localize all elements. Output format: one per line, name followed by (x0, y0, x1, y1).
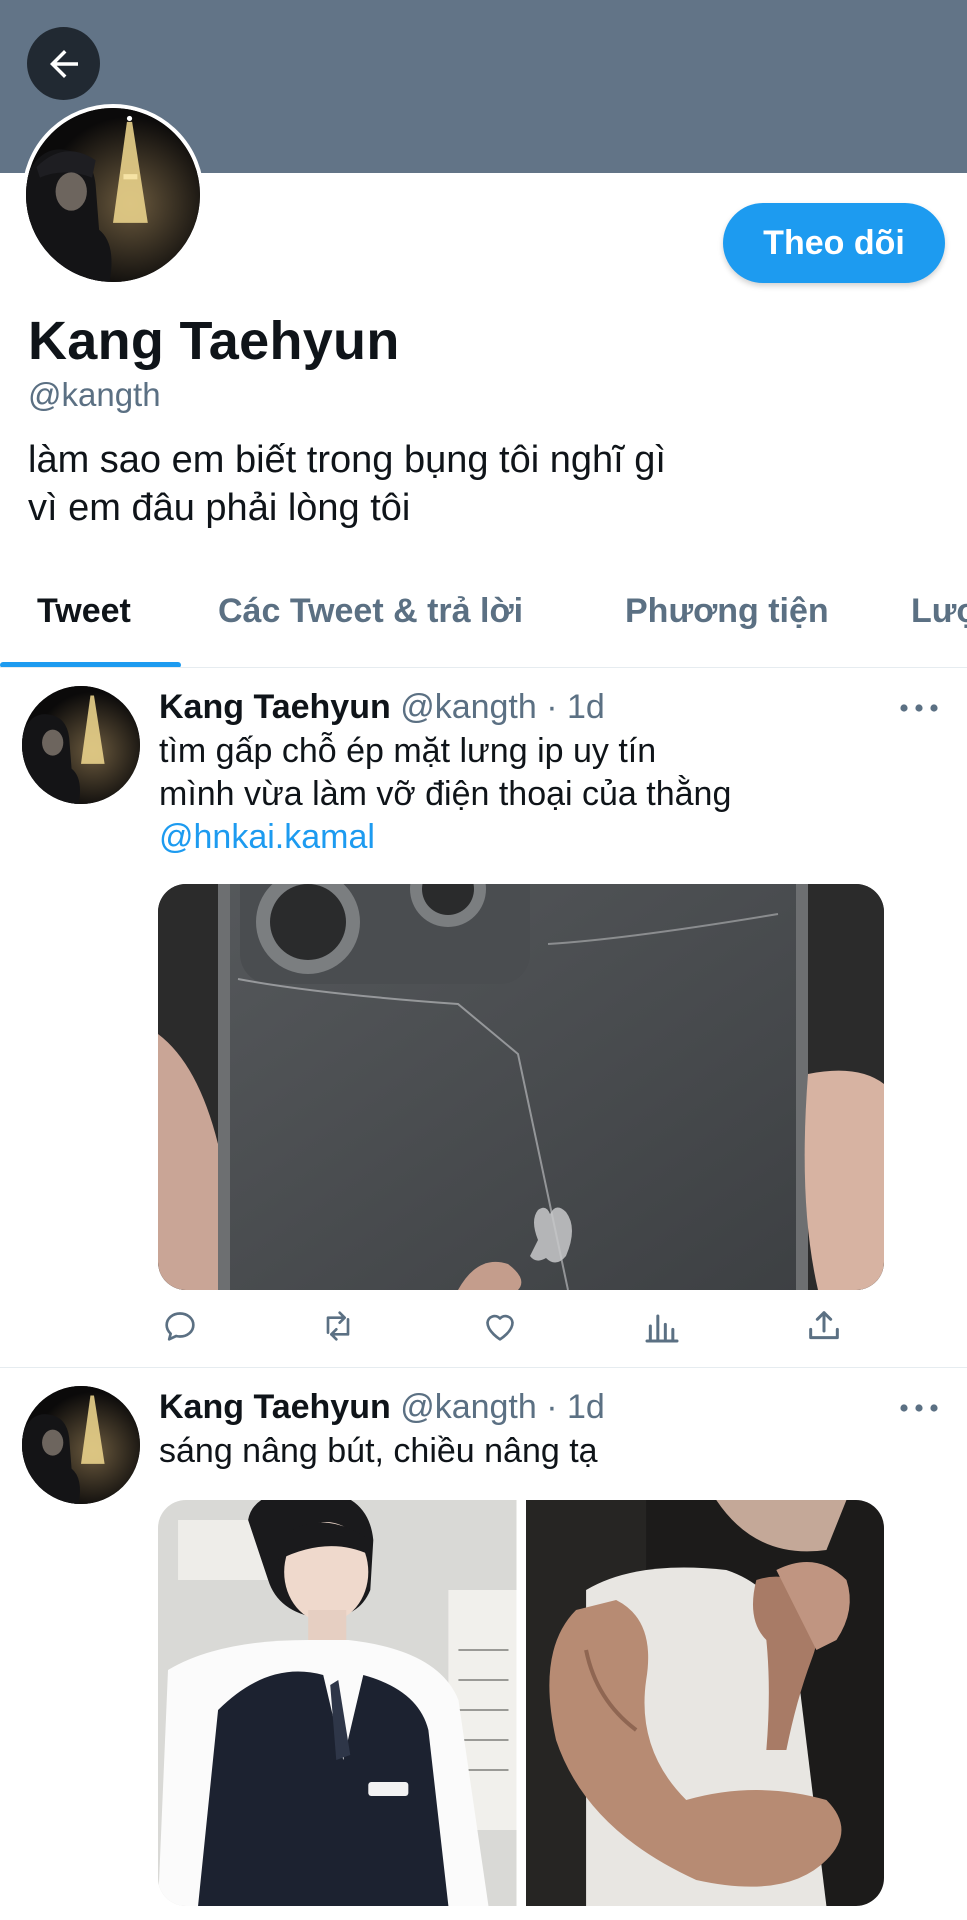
mention-link[interactable]: @hnkai.kamal (159, 816, 939, 859)
avatar[interactable] (22, 686, 140, 804)
bio-line: vì em đâu phải lòng tôi (28, 487, 411, 529)
tweet-author-name[interactable]: Kang Taehyun (159, 1388, 391, 1426)
tweet[interactable]: Kang Taehyun @kangth · 1d tìm gấp chỗ ép… (0, 670, 967, 1368)
tweet-image[interactable] (158, 884, 884, 1290)
tweet-image[interactable] (525, 1500, 884, 1906)
tab-media[interactable]: Phương tiện (586, 570, 874, 667)
tweet-actions (158, 1306, 858, 1354)
follow-button[interactable]: Theo dõi (723, 203, 945, 283)
reply-icon (165, 1312, 195, 1341)
tab-tweets[interactable]: Tweet (0, 570, 181, 667)
profile-handle: @kangth (28, 376, 161, 413)
share-icon (809, 1311, 839, 1340)
tweet-text: sáng nâng bút, chiều nâng tạ (159, 1430, 939, 1473)
tweet-header: Kang Taehyun @kangth · 1d (159, 688, 605, 727)
bio-line: làm sao em biết trong bụng tôi nghĩ gì (28, 439, 666, 481)
profile-bio: làm sao em biết trong bụng tôi nghĩ gì v… (28, 436, 928, 532)
profile-display-name: Kang Taehyun (28, 311, 400, 371)
tweet-author-name[interactable]: Kang Taehyun (159, 688, 391, 726)
profile-avatar[interactable] (22, 104, 204, 286)
profile-tabs: Tweet Các Tweet & trả lời Phương tiện Lư… (0, 570, 967, 668)
reply-button[interactable] (160, 1306, 200, 1346)
tweet-text-line: mình vừa làm vỡ điện thoại của thằng (159, 775, 732, 813)
tweet-header: Kang Taehyun @kangth · 1d (159, 1388, 605, 1427)
share-button[interactable] (804, 1306, 844, 1346)
tweet-text-line: sáng nâng bút, chiều nâng tạ (159, 1432, 598, 1470)
tweet[interactable]: Kang Taehyun @kangth · 1d sáng nâng bút,… (0, 1370, 967, 1920)
tweet-text: tìm gấp chỗ ép mặt lưng ip uy tín mình v… (159, 730, 939, 859)
like-button[interactable] (480, 1306, 520, 1346)
tab-tweets-and-replies[interactable]: Các Tweet & trả lời (181, 570, 586, 667)
analytics-button[interactable] (642, 1306, 682, 1346)
tweet-image-grid (158, 1500, 884, 1906)
tweet-image[interactable] (158, 1500, 517, 1906)
retweet-icon (326, 1311, 350, 1341)
tweet-meta: @kangth · 1d (400, 1388, 605, 1426)
tab-likes[interactable]: Lượ (874, 570, 967, 667)
retweet-button[interactable] (318, 1306, 358, 1346)
tweet-meta: @kangth · 1d (400, 688, 605, 726)
tweet-text-line: tìm gấp chỗ ép mặt lưng ip uy tín (159, 732, 657, 770)
like-icon (486, 1314, 514, 1341)
more-icon[interactable] (898, 1398, 940, 1418)
arrow-left-icon (49, 49, 78, 78)
back-button[interactable] (27, 27, 100, 100)
more-icon[interactable] (898, 698, 940, 718)
avatar[interactable] (22, 1386, 140, 1504)
analytics-icon (645, 1314, 679, 1343)
